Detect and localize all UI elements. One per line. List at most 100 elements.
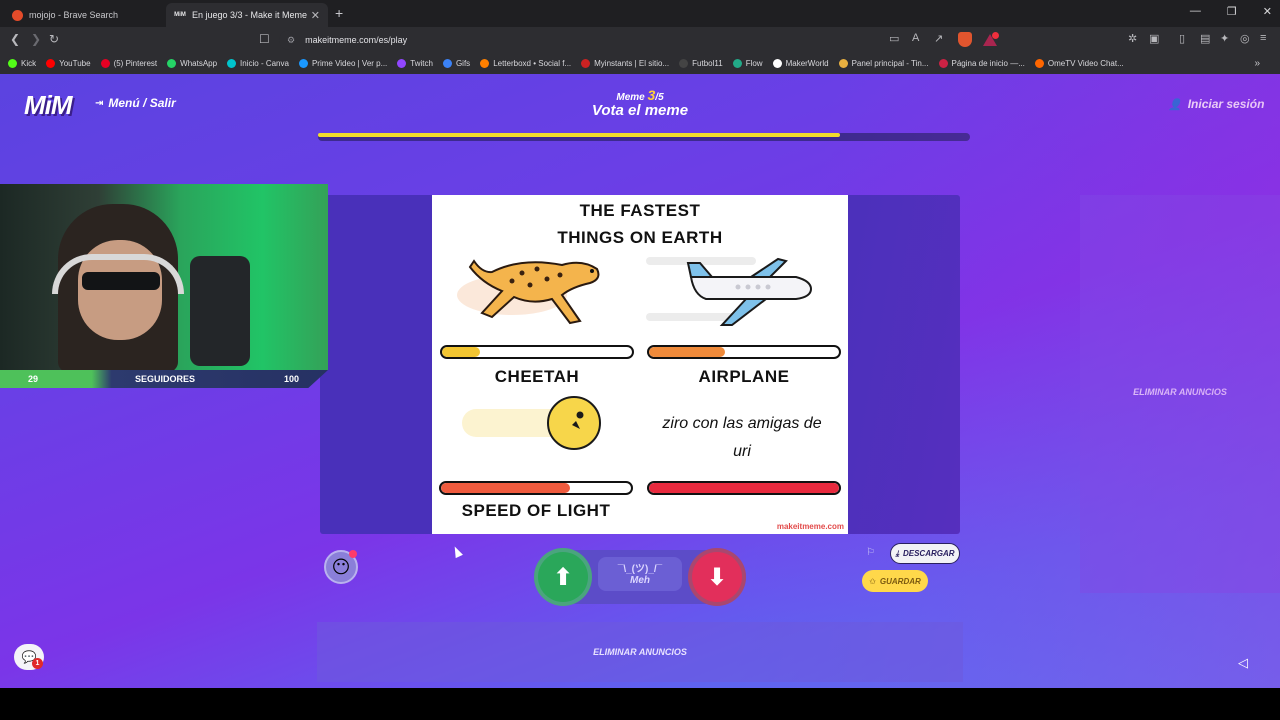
meh-button[interactable]: ¯\_(ツ)_/¯ Meh <box>598 557 682 591</box>
back-icon[interactable]: ❮ <box>10 32 20 46</box>
follower-goal: 100 <box>284 374 300 384</box>
bookmark-icon[interactable]: ☐ <box>259 32 270 46</box>
bookmark-favicon-icon <box>772 59 782 68</box>
bookmark-label: Twitch <box>410 59 433 68</box>
airplane-icon <box>646 257 813 326</box>
save-button[interactable]: ✩ GUARDAR <box>862 570 928 592</box>
bookmark-favicon-icon <box>397 59 407 68</box>
new-tab-icon[interactable]: + <box>335 5 343 21</box>
vpn-icon[interactable]: ◎ <box>1240 32 1250 45</box>
site-info-icon[interactable]: ⚙ <box>287 35 295 46</box>
bookmark-label: (5) Pinterest <box>113 59 158 68</box>
webcam-headset <box>52 254 184 294</box>
brave-shields-icon[interactable] <box>958 32 972 47</box>
login-label: Iniciar sesión <box>1187 97 1265 111</box>
bookmark-item[interactable]: Flow <box>732 59 763 68</box>
light-ball-icon <box>462 396 601 450</box>
bookmark-item[interactable]: Letterboxd • Social f... <box>480 59 571 68</box>
bookmark-favicon-icon <box>938 59 948 68</box>
upvote-button[interactable]: ⬆ <box>538 552 588 602</box>
light-speed-fill <box>441 483 571 493</box>
bookmark-item[interactable]: Kick <box>8 59 36 68</box>
bookmark-favicon-icon <box>46 59 56 68</box>
bookmark-favicon-icon <box>442 59 452 68</box>
reload-icon[interactable]: ↻ <box>49 32 59 46</box>
wallet-icon[interactable]: ▤ <box>1200 32 1210 45</box>
reaction-badge <box>349 550 357 558</box>
airplane-label: AIRPLANE <box>698 367 790 386</box>
bookmark-label: Futbol11 <box>692 59 723 68</box>
remove-ads-link[interactable]: ELIMINAR ANUNCIOS <box>1080 387 1280 397</box>
downvote-button[interactable]: ⬇ <box>692 552 742 602</box>
cast-icon[interactable]: ▭ <box>889 32 899 45</box>
bookmark-favicon-icon <box>298 59 308 68</box>
sound-icon[interactable]: ◁ <box>1238 655 1248 671</box>
login-button[interactable]: 👤 Iniciar sesión <box>1168 97 1264 111</box>
follower-label: SEGUIDORES <box>135 374 196 384</box>
shrug-icon: ¯\_(ツ)_/¯ <box>617 564 663 575</box>
bookmark-label: MakerWorld <box>785 59 829 68</box>
extensions-icon[interactable]: ✲ <box>1128 32 1137 45</box>
bookmark-label: Página de inicio —... <box>951 59 1025 68</box>
meme-watermark: makeitmeme.com <box>776 522 844 531</box>
bookmark-item[interactable]: Panel principal - Tin... <box>838 59 929 68</box>
bookmark-item[interactable]: Prime Video | Ver p... <box>298 59 387 68</box>
leo-icon[interactable]: ✦ <box>1220 32 1229 45</box>
bookmark-favicon-icon <box>679 59 689 68</box>
bookmark-item[interactable]: Página de inicio —... <box>938 59 1025 68</box>
bookmark-favicon-icon <box>480 59 490 68</box>
bookmark-favicon-icon <box>167 59 177 68</box>
cheetah-speed-fill <box>442 347 480 357</box>
light-label: SPEED OF LIGHT <box>461 501 611 520</box>
more-bookmarks-icon[interactable]: » <box>1254 58 1260 69</box>
meme-counter: Meme 3/5 <box>560 87 720 103</box>
user-icon: 👤 <box>1168 98 1182 111</box>
light-speed-bar <box>439 481 633 495</box>
webcam-overlay <box>0 184 328 370</box>
sidebar-icon[interactable]: ▯ <box>1179 32 1185 45</box>
meme-title-line1: THE FASTEST <box>579 201 701 220</box>
bookmark-item[interactable]: OmeTV Video Chat... <box>1034 59 1124 68</box>
star-icon: ✩ <box>869 576 876 586</box>
bookmark-label: OmeTV Video Chat... <box>1047 59 1124 68</box>
follower-count: 29 <box>28 374 39 384</box>
close-window-icon[interactable]: ✕ <box>1263 5 1272 18</box>
bookmark-label: Myinstants | El sitio... <box>594 59 670 68</box>
bookmark-item[interactable]: Futbol11 <box>679 59 723 68</box>
bookmark-item[interactable]: (5) Pinterest <box>100 59 158 68</box>
airplane-speed-fill <box>649 347 725 357</box>
forward-icon[interactable]: ❯ <box>31 32 41 46</box>
save-label: GUARDAR <box>879 576 921 586</box>
bookmark-item[interactable]: Inicio - Canva <box>227 59 289 68</box>
menu-icon[interactable]: ≡ <box>1260 32 1266 44</box>
bookmark-item[interactable]: WhatsApp <box>167 59 217 68</box>
bookmark-favicon-icon <box>581 59 591 68</box>
translate-icon[interactable]: A <box>912 32 919 44</box>
bookmark-item[interactable]: Twitch <box>397 59 433 68</box>
remove-ads-link-bottom[interactable]: ELIMINAR ANUNCIOS <box>317 647 963 657</box>
bookmark-item[interactable]: YouTube <box>46 59 91 68</box>
menu-exit-link[interactable]: ⇥ Menú / Salir <box>95 96 176 110</box>
report-flag-icon[interactable]: ⚐ <box>866 547 875 558</box>
bookmark-item[interactable]: Gifs <box>442 59 470 68</box>
webcam-chair <box>190 256 250 366</box>
tab-search-icon[interactable]: ▣ <box>1149 32 1159 45</box>
page-title: Vota el meme <box>591 102 689 119</box>
download-button[interactable]: ⤓ DESCARGAR <box>890 543 960 564</box>
bookmarks-bar: Kick YouTube (5) Pinterest WhatsApp Inicio -… <box>0 53 1280 74</box>
close-tab-icon[interactable]: ✕ <box>311 9 320 22</box>
restore-icon[interactable]: ❐ <box>1227 5 1237 18</box>
round-progress-bar <box>318 133 970 141</box>
minimize-icon[interactable]: — <box>1190 5 1201 18</box>
bookmark-label: Flow <box>745 59 763 68</box>
brave-rewards-icon[interactable] <box>983 32 999 47</box>
tab-make-it-meme[interactable]: MiM En juego 3/3 - Make it Meme ✕ <box>166 3 328 27</box>
site-logo[interactable]: MiM <box>24 90 73 121</box>
brave-icon <box>12 9 23 21</box>
bookmark-item[interactable]: MakerWorld <box>772 59 829 68</box>
meme-image: THE FASTEST THINGS ON EARTH CHEETAH AIRP… <box>432 195 848 534</box>
bookmark-label: Panel principal - Tin... <box>851 59 929 68</box>
tab-brave-search[interactable]: mojojo - Brave Search <box>4 3 166 27</box>
bookmark-item[interactable]: Myinstants | El sitio... <box>581 59 669 68</box>
share-icon[interactable]: ↗ <box>934 32 943 45</box>
